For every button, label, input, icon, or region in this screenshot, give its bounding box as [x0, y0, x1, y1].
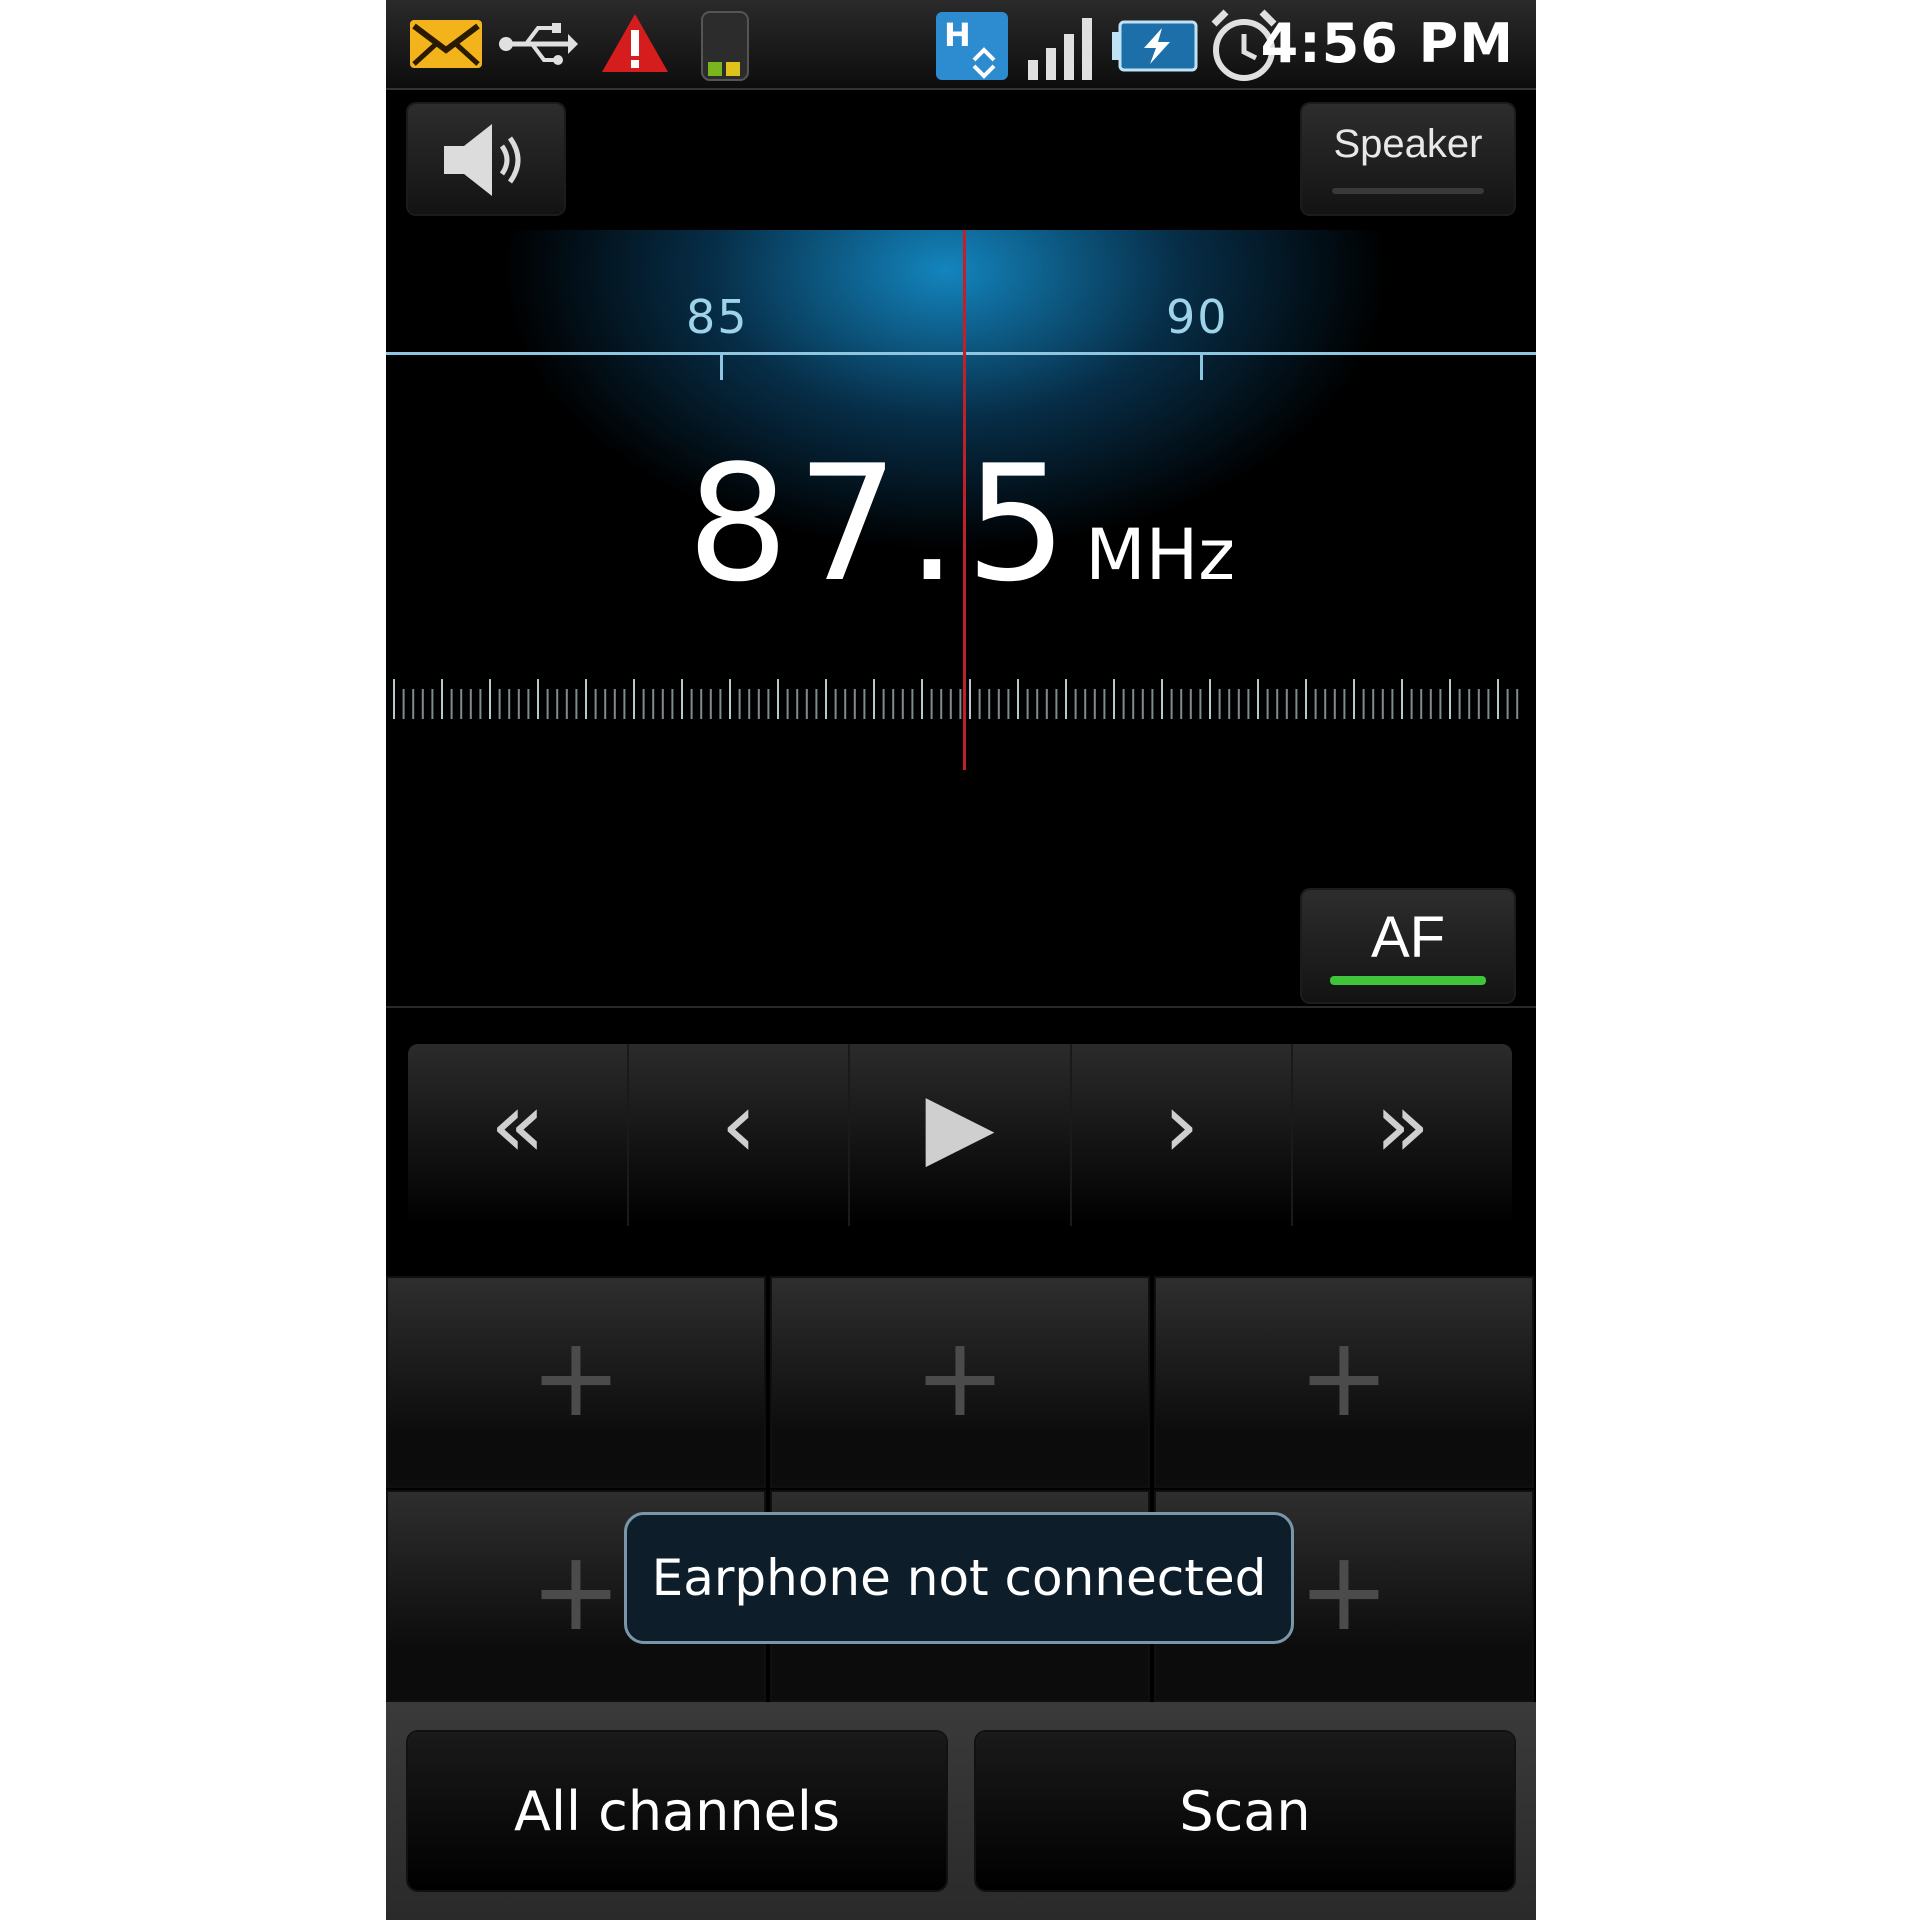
- volume-button[interactable]: [408, 104, 564, 214]
- battery-charging-icon: [1112, 20, 1198, 72]
- scale-label-90: 90: [1166, 290, 1229, 344]
- step-forward-button[interactable]: ›: [1072, 1044, 1293, 1226]
- divider: [386, 1006, 1536, 1008]
- speaker-indicator: [1332, 188, 1484, 194]
- major-tick: [1200, 354, 1203, 380]
- seek-forward-icon: »: [1374, 1072, 1430, 1178]
- major-tick: [720, 354, 723, 380]
- frequency-unit: MHz: [1085, 514, 1236, 596]
- add-icon: +: [913, 1313, 1007, 1441]
- step-forward-icon: ›: [1163, 1072, 1200, 1178]
- scan-label: Scan: [1179, 1779, 1311, 1843]
- tuning-needle: [963, 230, 966, 770]
- sim-icon: [701, 11, 749, 81]
- af-label: AF: [1370, 905, 1446, 970]
- signal-icon: [1028, 18, 1092, 80]
- all-channels-label: All channels: [514, 1779, 840, 1843]
- transport-controls: « ‹ ▶ › »: [408, 1044, 1512, 1226]
- status-bar: H 4:56 PM: [386, 0, 1536, 90]
- email-icon: [410, 20, 482, 68]
- tuner-dial[interactable]: 85 90 87.5 MHz: [386, 230, 1536, 790]
- scale-line: [386, 352, 1536, 355]
- af-indicator: [1330, 976, 1486, 985]
- speaker-toggle-button[interactable]: Speaker: [1302, 104, 1514, 214]
- af-button[interactable]: AF: [1302, 890, 1514, 1002]
- speaker-label: Speaker: [1333, 122, 1483, 166]
- toast-message: Earphone not connected: [651, 1549, 1267, 1607]
- warning-icon: [602, 14, 668, 72]
- seek-back-button[interactable]: «: [408, 1044, 630, 1226]
- svg-text:H: H: [944, 16, 971, 54]
- speaker-volume-icon: [444, 124, 521, 196]
- preset-slot-3[interactable]: +: [1154, 1276, 1534, 1488]
- fm-radio-screen: H 4:56 PM Speaker 85 90 87.5 MHz AF « ‹ …: [386, 0, 1536, 1920]
- usb-icon: [499, 23, 578, 65]
- frequency-display: 87.5 MHz: [386, 430, 1536, 617]
- frequency-value: 87.5: [686, 430, 1076, 617]
- hsdpa-icon: H: [936, 12, 1008, 80]
- play-button[interactable]: ▶: [850, 1044, 1072, 1226]
- add-icon: +: [1297, 1313, 1391, 1441]
- step-back-icon: ‹: [720, 1072, 757, 1178]
- step-back-button[interactable]: ‹: [629, 1044, 851, 1226]
- add-icon: +: [1297, 1527, 1391, 1655]
- all-channels-button[interactable]: All channels: [408, 1732, 946, 1890]
- toast-notification: Earphone not connected: [624, 1512, 1294, 1644]
- add-icon: +: [529, 1313, 623, 1441]
- seek-back-icon: «: [490, 1072, 546, 1178]
- seek-forward-button[interactable]: »: [1293, 1044, 1512, 1226]
- fine-tick-scale: [393, 679, 1519, 719]
- scale-label-85: 85: [686, 290, 749, 344]
- bottom-bar: All channels Scan: [386, 1702, 1536, 1920]
- preset-slot-2[interactable]: +: [770, 1276, 1150, 1488]
- add-icon: +: [529, 1527, 623, 1655]
- status-time: 4:56 PM: [1260, 12, 1514, 75]
- scan-button[interactable]: Scan: [976, 1732, 1514, 1890]
- preset-slot-1[interactable]: +: [386, 1276, 766, 1488]
- play-icon: ▶: [925, 1072, 995, 1178]
